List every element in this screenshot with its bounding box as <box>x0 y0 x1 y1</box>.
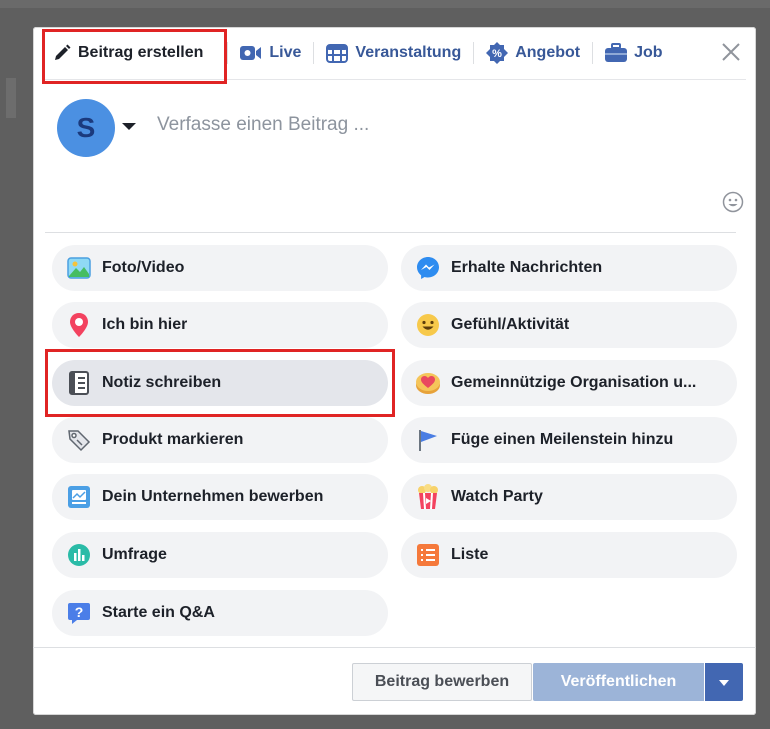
option-label: Erhalte Nachrichten <box>451 259 603 276</box>
option-label: Gemeinnützige Organisation u... <box>451 374 697 391</box>
tab-offer[interactable]: % Angebot <box>486 27 580 79</box>
option-label: Dein Unternehmen bewerben <box>102 488 324 505</box>
option-label: Foto/Video <box>102 259 185 276</box>
tab-create-post[interactable]: Beitrag erstellen <box>33 27 215 79</box>
notebook-icon <box>66 370 92 396</box>
poll-icon <box>66 542 92 568</box>
tab-create-post-label: Beitrag erstellen <box>78 44 204 61</box>
messenger-icon <box>415 255 441 281</box>
tab-event-label: Veranstaltung <box>355 44 462 61</box>
svg-text:%: % <box>492 48 502 60</box>
pencil-icon <box>53 44 71 62</box>
option-feeling-activity[interactable]: Gefühl/Aktivität <box>401 302 737 348</box>
tag-icon <box>66 427 92 453</box>
footer-divider <box>33 647 756 648</box>
option-label: Watch Party <box>451 488 543 505</box>
location-pin-icon <box>66 312 92 338</box>
charity-heart-icon <box>415 370 441 396</box>
briefcase-icon <box>605 43 628 63</box>
question-icon: ? <box>66 600 92 626</box>
tab-job-label: Job <box>634 44 663 61</box>
tabs-divider <box>43 79 746 80</box>
option-label: Starte ein Q&A <box>102 604 215 621</box>
option-promote-business[interactable]: Dein Unternehmen bewerben <box>52 474 388 520</box>
popcorn-icon <box>415 484 441 510</box>
option-label: Ich bin hier <box>102 316 188 333</box>
option-label: Produkt markieren <box>102 431 244 448</box>
tab-divider <box>313 42 315 64</box>
tab-job[interactable]: Job <box>605 27 663 79</box>
option-label: Notiz schreiben <box>102 374 222 391</box>
option-get-messages[interactable]: Erhalte Nachrichten <box>401 245 737 291</box>
audience-caret-icon[interactable] <box>122 123 136 130</box>
option-label: Gefühl/Aktivität <box>451 316 570 333</box>
avatar[interactable]: S <box>57 99 115 157</box>
post-composer-input[interactable] <box>157 111 717 139</box>
option-poll[interactable]: Umfrage <box>52 532 388 578</box>
option-label: Füge einen Meilenstein hinzu <box>451 431 674 448</box>
tab-event[interactable]: Veranstaltung <box>326 27 461 79</box>
option-check-in[interactable]: Ich bin hier <box>52 302 388 348</box>
list-icon <box>415 542 441 568</box>
composer-divider <box>45 232 736 233</box>
option-label: Umfrage <box>102 546 167 563</box>
option-photo-video[interactable]: Foto/Video <box>52 245 388 291</box>
option-nonprofit[interactable]: Gemeinnützige Organisation u... <box>401 360 737 406</box>
tab-divider <box>592 42 594 64</box>
post-type-tabs: Beitrag erstellen Live Veranstaltung % A… <box>33 27 756 79</box>
tab-divider <box>473 42 475 64</box>
option-label: Liste <box>451 546 489 563</box>
option-list[interactable]: Liste <box>401 532 737 578</box>
option-write-note[interactable]: Notiz schreiben <box>52 360 388 406</box>
option-tag-product[interactable]: Produkt markieren <box>52 417 388 463</box>
percent-badge-icon: % <box>486 42 509 64</box>
background-top-strip <box>0 0 770 8</box>
option-watch-party[interactable]: Watch Party <box>401 474 737 520</box>
tab-offer-label: Angebot <box>515 44 581 61</box>
publish-options-button[interactable] <box>705 663 743 701</box>
live-video-icon <box>240 44 262 62</box>
close-icon[interactable] <box>720 41 742 63</box>
promote-post-button[interactable]: Beitrag bewerben <box>352 663 532 701</box>
svg-text:?: ? <box>75 604 84 620</box>
background-sliver <box>6 78 16 118</box>
promote-business-icon <box>66 484 92 510</box>
photo-video-icon <box>66 255 92 281</box>
avatar-initial: S <box>76 112 96 143</box>
calendar-icon <box>326 43 349 63</box>
tab-live-label: Live <box>269 44 302 61</box>
publish-button[interactable]: Veröffentlichen <box>533 663 704 701</box>
option-milestone[interactable]: Füge einen Meilenstein hinzu <box>401 417 737 463</box>
milestone-flag-icon <box>415 427 441 453</box>
create-post-dialog: Beitrag erstellen Live Veranstaltung % A… <box>33 27 756 715</box>
emoji-picker-icon[interactable] <box>722 191 744 213</box>
smiley-icon <box>415 312 441 338</box>
chevron-down-icon <box>718 675 730 690</box>
option-start-qa[interactable]: ? Starte ein Q&A <box>52 590 388 636</box>
tab-divider <box>227 42 229 64</box>
tab-live[interactable]: Live <box>240 27 301 79</box>
